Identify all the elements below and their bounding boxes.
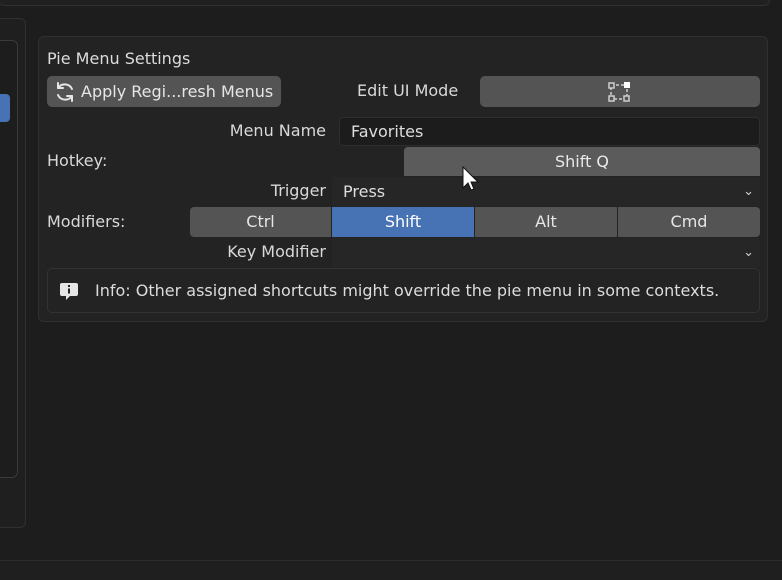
node-edit-icon — [608, 81, 630, 102]
modifier-ctrl-toggle[interactable]: Ctrl — [190, 207, 331, 237]
top-panel-edge — [0, 0, 770, 6]
info-message: Info: Other assigned shortcuts might ove… — [95, 281, 720, 300]
menu-name-label: Menu Name — [229, 121, 326, 140]
refresh-icon — [57, 81, 73, 102]
trigger-dropdown[interactable]: Press ⌄ — [332, 177, 760, 206]
chevron-down-icon: ⌄ — [743, 184, 754, 199]
left-list-selected-item[interactable] — [0, 94, 10, 122]
edit-ui-mode-label: Edit UI Mode — [357, 81, 459, 100]
info-box: Info: Other assigned shortcuts might ove… — [47, 268, 760, 313]
key-modifier-label: Key Modifier — [227, 242, 326, 261]
modifier-cmd-toggle[interactable]: Cmd — [618, 207, 760, 237]
apply-button-label: Apply Regi...resh Menus — [81, 82, 274, 101]
info-icon — [60, 282, 78, 300]
menu-name-input[interactable]: Favorites — [339, 117, 760, 146]
apply-refresh-menus-button[interactable]: Apply Regi...resh Menus — [47, 76, 281, 107]
key-modifier-dropdown[interactable]: ⌄ — [332, 238, 760, 267]
modifiers-label: Modifiers: — [47, 212, 126, 231]
modifier-shift-toggle[interactable]: Shift — [332, 207, 474, 237]
hotkey-label: Hotkey: — [47, 151, 108, 170]
chevron-down-icon: ⌄ — [743, 245, 754, 260]
trigger-value: Press — [343, 182, 386, 201]
panel-title: Pie Menu Settings — [47, 49, 191, 68]
hotkey-button[interactable]: Shift Q — [404, 147, 760, 176]
edit-ui-mode-button[interactable] — [480, 76, 760, 107]
modifier-alt-toggle[interactable]: Alt — [475, 207, 617, 237]
bottom-panel-edge — [0, 560, 782, 580]
mouse-cursor-icon — [462, 166, 480, 191]
trigger-label: Trigger — [270, 181, 326, 200]
